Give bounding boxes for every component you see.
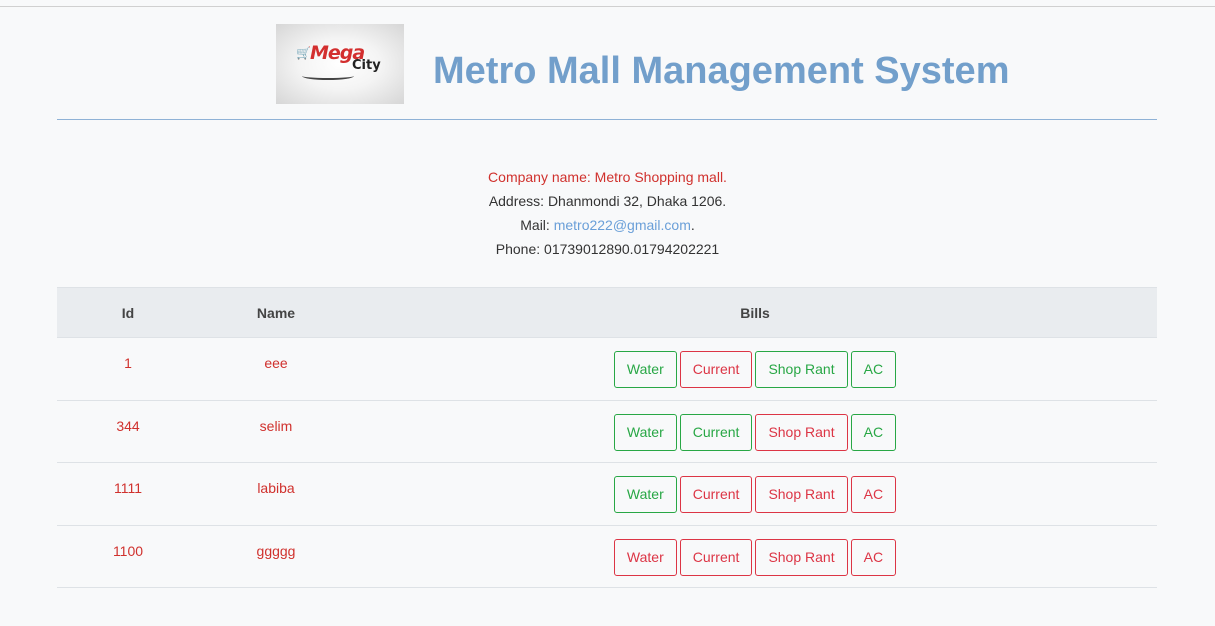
mail-label: Mail: [520,217,554,233]
ac-bill-button[interactable]: AC [850,351,897,388]
shop-rant-bill-button[interactable]: Shop Rant [755,351,848,388]
row-id-cell: 1100 [57,525,199,588]
table-row: 1 eee Water Current Shop Rant AC [57,337,1157,401]
row-bills-cell: Water Current Shop Rant AC [353,462,1157,526]
table-body: 1 eee Water Current Shop Rant AC 344 selim Water… [57,337,1157,588]
ac-bill-button[interactable]: AC [850,413,897,451]
water-bill-button[interactable]: Water [613,351,677,388]
bills-table: Id Name Bills 1 eee Water Current Shop Rant A… [57,287,1157,588]
logo-mark: 🛒 Mega City [294,44,386,84]
row-bills-cell: Water Current Shop Rant AC [353,400,1157,463]
current-bill-button[interactable]: Current [679,476,753,513]
row-name-cell: selim [199,400,353,463]
logo-sub-text: City [352,58,381,73]
shop-rant-bill-button[interactable]: Shop Rant [755,476,848,513]
row-id-cell: 1 [57,337,199,401]
shopping-cart-icon: 🛒 [296,46,311,60]
company-phone: Phone: 01739012890.01794202221 [495,241,720,257]
row-id-cell: 344 [57,400,199,463]
water-bill-button[interactable]: Water [613,413,677,451]
row-name-cell: labiba [199,462,353,526]
table-row: 344 selim Water Current Shop Rant AC [57,400,1157,463]
app-title: Metro Mall Management System [433,50,1010,92]
column-header-id: Id [57,287,199,338]
bills-table-wrapper: Id Name Bills 1 eee Water Current Shop Rant A… [57,287,1157,588]
current-bill-button[interactable]: Current [679,413,753,451]
column-header-bills: Bills [353,287,1157,338]
column-header-name: Name [199,287,353,338]
company-name: Company name: Metro Shopping mall. [488,169,727,185]
row-bills-cell: Water Current Shop Rant AC [353,525,1157,588]
table-header-row: Id Name Bills [57,287,1157,338]
shop-rant-bill-button[interactable]: Shop Rant [755,413,848,451]
logo-swoosh [302,72,354,80]
company-info: Company name: Metro Shopping mall. Addre… [0,165,1215,261]
page-header: 🛒 Mega City Metro Mall Management System [57,7,1157,120]
mail-suffix: . [690,217,695,233]
table-row: 1111 labiba Water Current Shop Rant AC [57,462,1157,526]
company-address: Address: Dhanmondi 32, Dhaka 1206. [488,193,727,209]
row-id-cell: 1111 [57,462,199,526]
ac-bill-button[interactable]: AC [850,476,897,513]
shop-rant-bill-button[interactable]: Shop Rant [755,538,848,576]
mega-city-logo: 🛒 Mega City [276,24,404,104]
current-bill-button[interactable]: Current [679,538,753,576]
row-name-cell: eee [199,337,353,401]
company-mail: Mail: metro222@gmail.com. [0,213,1215,237]
water-bill-button[interactable]: Water [613,476,677,513]
current-bill-button[interactable]: Current [679,351,753,388]
mail-link[interactable]: metro222@gmail.com [554,217,691,233]
row-bills-cell: Water Current Shop Rant AC [353,337,1157,401]
row-name-cell: ggggg [199,525,353,588]
ac-bill-button[interactable]: AC [850,538,897,576]
table-row: 1100 ggggg Water Current Shop Rant AC [57,525,1157,588]
water-bill-button[interactable]: Water [613,538,677,576]
